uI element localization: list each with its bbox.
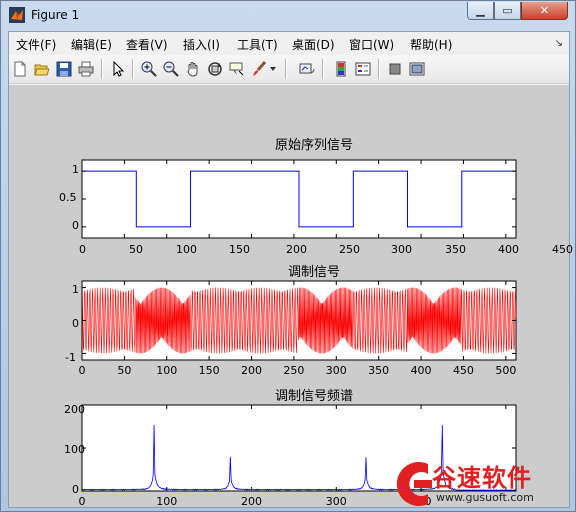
plot-1-title: 原始序列信号 [274,138,353,153]
maximize-icon: ▭ [502,4,513,17]
plot-2-ytick: 1 [72,283,79,296]
menu-bar: 文件(F) 编辑(E) 查看(V) 插入(I) 工具(T) 桌面(D) 窗口(W… [9,32,569,54]
hide-plot-tools-icon[interactable] [386,60,404,78]
menu-window[interactable]: 窗口(W) [349,36,394,53]
plot-2-ytick: 0 [72,317,79,330]
rotate-3d-icon[interactable] [206,60,224,78]
close-icon: ✕ [539,4,550,17]
plot-3-xtick: 200 [241,495,262,507]
menu-tools[interactable]: 工具(T) [237,36,278,53]
plot-2-xtick: 50 [117,364,131,377]
plot-1-xtick: 250 [339,243,360,256]
plot-1-xtick: 150 [229,243,250,256]
plot-2-xtick: 500 [495,364,516,377]
plot-3-xtick: 300 [326,495,347,507]
pointer-icon[interactable] [109,60,127,78]
minimize-button[interactable]: ▁ [467,2,494,20]
plot-2-xtick: 400 [411,364,432,377]
plot-1-ytick: 1 [72,163,79,176]
figure-window: Figure 1 ▁ ▭ ✕ 文件(F) 编辑(E) 查看(V) 插入(I) 工… [0,0,576,512]
maximize-button[interactable]: ▭ [494,2,521,20]
window-title: Figure 1 [31,8,80,22]
plot-1-xtick: 300 [391,243,412,256]
menu-help[interactable]: 帮助(H) [410,36,452,53]
plot-1-ytick: 0 [72,219,79,232]
plot-2-xtick: 100 [156,364,177,377]
link-plot-icon[interactable] [298,60,316,78]
plot-1-xtick: 100 [176,243,197,256]
zoom-out-icon[interactable] [162,60,180,78]
toolbar-separator [378,59,380,79]
plot-1-xtick: 0 [79,243,86,256]
legend-icon[interactable] [354,60,372,78]
zoom-in-icon[interactable] [140,60,158,78]
plot-1-xtick: 400 [498,243,519,256]
menu-view[interactable]: 查看(V) [126,36,168,53]
plot-2-xtick: 200 [241,364,262,377]
title-bar[interactable]: Figure 1 ▁ ▭ ✕ [1,1,575,29]
plot-2-title: 调制信号 [287,265,340,280]
figure-toolbar [9,55,569,84]
watermark-url: www.gusuoft.com [436,491,534,504]
plot-2-xtick: 150 [199,364,220,377]
plot-2-xtick: 0 [79,364,86,377]
new-figure-icon[interactable] [11,60,29,78]
print-icon[interactable] [77,60,95,78]
plot-3-title: 调制信号频谱 [274,389,353,404]
plot-2-xtick: 250 [283,364,304,377]
plot-3-ytick: 100 [64,443,85,456]
data-cursor-icon[interactable] [228,60,246,78]
plot-1-ytick: 0.5 [59,191,77,204]
colorbar-icon[interactable] [332,60,350,78]
pan-hand-icon[interactable] [184,60,202,78]
toolbar-separator [132,59,134,79]
menu-file[interactable]: 文件(F) [16,36,56,53]
brush-dropdown-icon[interactable] [268,60,278,78]
menu-dock-arrow-icon[interactable]: ↘ [555,38,563,49]
toolbar-separator [322,59,324,79]
plot-2-xtick: 300 [326,364,347,377]
toolbar-separator [285,59,287,79]
open-file-icon[interactable] [33,60,51,78]
plot-1-xtick: 450 [552,243,573,256]
plot-3-ytick: 200 [64,403,85,416]
plot-2-ytick: -1 [65,351,76,364]
watermark-name: 谷速软件 [432,464,532,492]
show-plot-tools-icon[interactable] [408,60,426,78]
plot-1-xtick: 200 [286,243,307,256]
minimize-icon: ▁ [476,4,485,17]
plot-3-xtick: 0 [79,495,86,507]
plot-3-xtick: 100 [156,495,177,507]
save-icon[interactable] [55,60,73,78]
close-button[interactable]: ✕ [521,2,568,20]
plot-1-xtick: 50 [129,243,143,256]
plot-2-xtick: 350 [368,364,389,377]
menu-desktop[interactable]: 桌面(D) [292,36,335,53]
plot-2-xtick: 450 [453,364,474,377]
menu-edit[interactable]: 编辑(E) [71,36,112,53]
figure-canvas: 0 50 100 150 200 250 300 350 400 450 500 0 100 200 300… [9,85,573,507]
matlab-icon [9,7,25,23]
toolbar-separator [101,59,103,79]
menu-insert[interactable]: 插入(I) [183,36,220,53]
plot-1-xtick: 350 [445,243,466,256]
brush-icon[interactable] [250,60,268,78]
plot-3-ytick: 0 [72,483,79,496]
figure-client: 文件(F) 编辑(E) 查看(V) 插入(I) 工具(T) 桌面(D) 窗口(W… [8,31,573,508]
